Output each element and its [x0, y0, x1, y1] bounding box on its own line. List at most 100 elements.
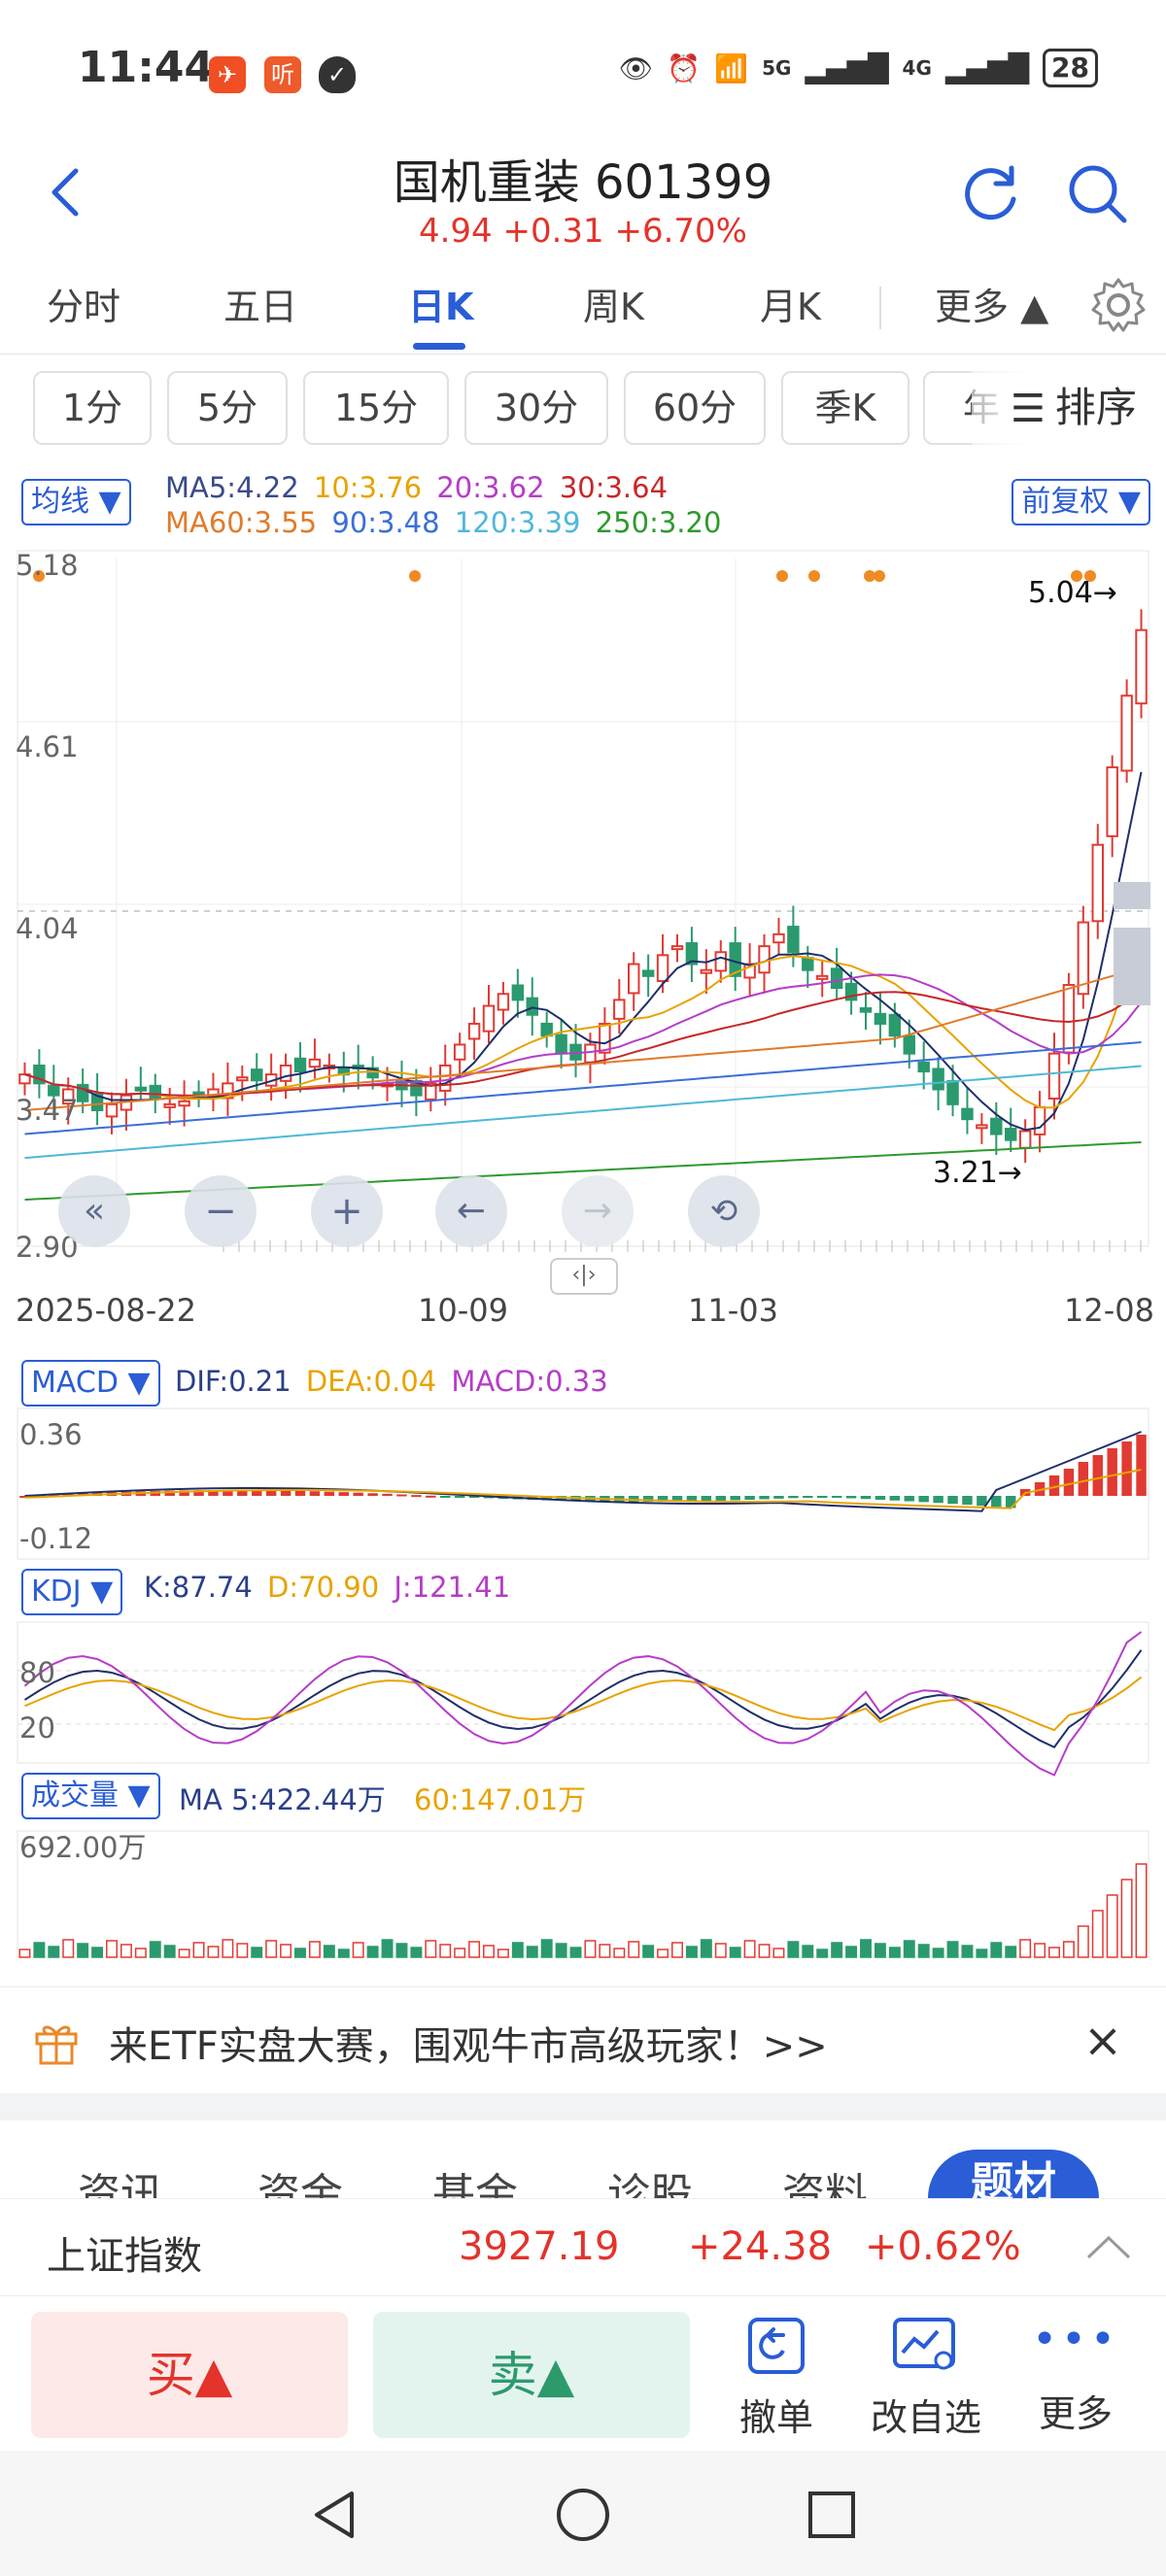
section-divider	[0, 2093, 1166, 2120]
macd-bar	[831, 1496, 842, 1498]
volume-bar	[917, 1944, 930, 1958]
candle-body	[293, 1057, 307, 1073]
macd-bar	[918, 1496, 929, 1503]
network-5g-label: 5G	[762, 56, 792, 80]
macd-bar	[324, 1491, 335, 1496]
cancel-order-label: 撤单	[738, 2396, 813, 2439]
trade-bar: 买▲ 卖▲ 撤单 改自选 ••• 更多	[0, 2295, 1166, 2451]
candle-body	[1047, 1052, 1061, 1100]
buy-button[interactable]: 买▲	[31, 2312, 348, 2438]
candle-body	[439, 1064, 452, 1092]
period-5min-button[interactable]: 5分	[167, 371, 288, 445]
eye-icon: 👁	[618, 51, 654, 85]
nav-home-icon[interactable]	[554, 2486, 612, 2544]
kdj-tick-20: 20	[19, 1712, 55, 1745]
macd-bar	[367, 1493, 378, 1496]
tab-weekly-k[interactable]: 周K	[583, 277, 644, 330]
candle-body	[1135, 628, 1148, 705]
kdj-selector-pill[interactable]: KDJ ▼	[21, 1569, 123, 1615]
tab-intraday[interactable]: 分时	[47, 277, 120, 330]
chart-area[interactable]: 均线 ▼ MA5:4.22 10:3.76 20:3.62 30:3.64 MA…	[0, 461, 1166, 1977]
price-adjust-pill[interactable]: 前复权 ▼	[1012, 479, 1150, 525]
volume-bar	[33, 1942, 46, 1958]
zoom-out-button[interactable]: −	[185, 1175, 257, 1247]
index-value: 3927.19	[459, 2224, 620, 2269]
tab-daily-k[interactable]: 日K	[408, 277, 473, 330]
tab-more[interactable]: 更多 ▲	[935, 277, 1048, 330]
rotate-screen-button[interactable]: ⟲	[688, 1175, 760, 1247]
candle-body	[874, 1012, 887, 1025]
macd-selector-pill[interactable]: MACD ▼	[21, 1360, 160, 1407]
menu-lines-icon: ☰	[1011, 387, 1046, 431]
scroll-right-button[interactable]: →	[562, 1175, 634, 1247]
network-4g-label: 4G	[902, 56, 932, 80]
ma120-line	[24, 1065, 1142, 1160]
status-icons: 👁 ⏰ 📶 5G ▂▄▆█ 4G ▂▄▆█ 28	[619, 49, 1098, 87]
volume-bar	[1019, 1939, 1032, 1958]
price-zone-marker	[1114, 928, 1150, 1005]
volume-bar	[1034, 1943, 1046, 1958]
macd-bar	[991, 1496, 1002, 1508]
volume-bar	[657, 1949, 669, 1958]
macd-bar	[701, 1496, 712, 1502]
candle-body	[961, 1107, 974, 1121]
low-price-label: 3.21→	[933, 1156, 1022, 1190]
volume-bar	[526, 1946, 538, 1958]
period-30min-button[interactable]: 30分	[464, 371, 608, 445]
scroll-left-button[interactable]: ←	[435, 1175, 507, 1247]
volume-selector-pill[interactable]: 成交量 ▼	[21, 1773, 160, 1819]
y-tick-4: 3.47	[16, 1094, 79, 1127]
macd-bar	[396, 1494, 407, 1497]
drag-handle-icon[interactable]: ‹|›	[550, 1258, 618, 1295]
chevron-up-icon[interactable]	[1084, 2228, 1133, 2267]
volume-bar	[1091, 1910, 1104, 1958]
volume-bar	[1135, 1863, 1148, 1958]
candle-body	[1106, 765, 1118, 837]
macd-bar	[730, 1496, 740, 1501]
nav-recents-icon[interactable]	[806, 2490, 857, 2540]
index-change: +24.38	[688, 2224, 833, 2269]
volume-bar	[106, 1940, 118, 1958]
tab-monthly-k[interactable]: 月K	[760, 277, 821, 330]
macd-panel-frame	[17, 1407, 1149, 1560]
period-1min-button[interactable]: 1分	[33, 371, 152, 445]
period-quarter-button[interactable]: 季K	[781, 371, 909, 445]
settings-gear-icon[interactable]	[1088, 275, 1149, 335]
volume-bar	[207, 1946, 220, 1958]
ma-selector-pill[interactable]: 均线 ▼	[21, 479, 131, 525]
cancel-order-button[interactable]: 撤单	[703, 2316, 849, 2441]
volume-bar	[280, 1944, 292, 1958]
macd-bar	[294, 1490, 306, 1496]
promo-text[interactable]: 来ETF实盘大赛，围观牛市高级玩家！>>	[109, 2015, 828, 2071]
volume-tick-top: 692.00万	[19, 1831, 147, 1864]
candle-body	[1018, 1130, 1032, 1149]
period-60min-button[interactable]: 60分	[624, 371, 766, 445]
cancel-order-icon	[748, 2318, 805, 2374]
sort-button[interactable]: ☰ 排序	[972, 359, 1166, 457]
volume-bar	[395, 1943, 408, 1958]
index-ticker-bar[interactable]: 上证指数 3927.19 +24.38 +0.62%	[0, 2198, 1166, 2295]
volume-bar	[671, 1942, 683, 1958]
macd-bar	[1107, 1448, 1117, 1496]
macd-bar	[845, 1496, 857, 1499]
candle-body	[888, 1013, 902, 1037]
search-icon[interactable]	[1064, 160, 1132, 228]
nav-back-icon[interactable]	[309, 2488, 360, 2542]
sell-button[interactable]: 卖▲	[373, 2312, 690, 2438]
tab-five-day[interactable]: 五日	[223, 277, 297, 330]
stock-header: 国机重装 601399 4.94 +0.31 +6.70%	[0, 136, 1166, 257]
scroll-left-fast-button[interactable]: «	[58, 1175, 130, 1247]
edit-watchlist-button[interactable]: 改自选	[853, 2316, 999, 2441]
ma90-line	[24, 1041, 1142, 1135]
refresh-icon[interactable]	[957, 160, 1025, 228]
promo-banner[interactable]: 来ETF实盘大赛，围观牛市高级玩家！>> ×	[0, 1986, 1166, 2093]
close-icon[interactable]: ×	[1069, 2007, 1137, 2075]
volume-bar	[569, 1947, 582, 1958]
volume-bar	[18, 1949, 31, 1958]
volume-bar	[628, 1941, 640, 1958]
zoom-in-button[interactable]: +	[311, 1175, 383, 1247]
period-15min-button[interactable]: 15分	[303, 371, 449, 445]
dif-value: DIF:0.21	[175, 1365, 292, 1398]
more-tools-button[interactable]: ••• 更多	[1003, 2316, 1149, 2437]
price-panel-frame	[17, 550, 1149, 1247]
